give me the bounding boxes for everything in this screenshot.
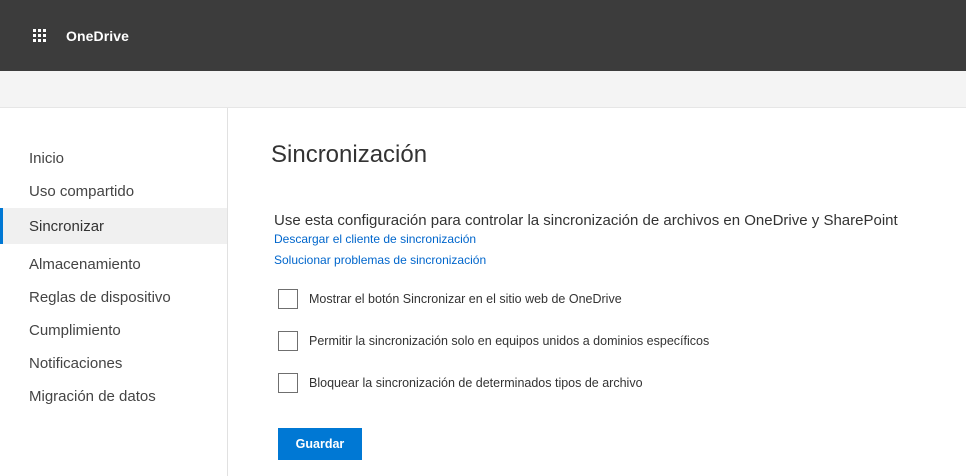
nav-item-uso-compartido[interactable]: Uso compartido <box>0 173 227 209</box>
nav-item-migracion-de-datos[interactable]: Migración de datos <box>0 378 227 414</box>
nav-item-sincronizar[interactable]: Sincronizar <box>0 208 227 244</box>
nav-item-almacenamiento[interactable]: Almacenamiento <box>0 246 227 282</box>
nav-item-notificaciones[interactable]: Notificaciones <box>0 345 227 381</box>
sync-description: Use esta configuración para controlar la… <box>274 212 898 229</box>
save-button[interactable]: Guardar <box>278 428 362 460</box>
option-block-file-types: Bloquear la sincronización de determinad… <box>278 372 643 394</box>
show-sync-button-checkbox[interactable] <box>278 289 298 309</box>
nav-item-inicio[interactable]: Inicio <box>0 140 227 176</box>
domain-joined-sync-checkbox[interactable] <box>278 331 298 351</box>
option-label: Bloquear la sincronización de determinad… <box>309 376 643 390</box>
brand-name[interactable]: OneDrive <box>66 28 129 44</box>
download-sync-client-link[interactable]: Descargar el cliente de sincronización <box>274 232 476 246</box>
main-content: Sincronización Use esta configuración pa… <box>228 108 966 476</box>
nav-item-cumplimiento[interactable]: Cumplimiento <box>0 312 227 348</box>
troubleshoot-sync-link[interactable]: Solucionar problemas de sincronización <box>274 253 486 267</box>
left-navigation: Inicio Uso compartido Sincronizar Almace… <box>0 108 228 476</box>
block-file-types-checkbox[interactable] <box>278 373 298 393</box>
command-bar <box>0 71 966 108</box>
option-domain-joined-sync: Permitir la sincronización solo en equip… <box>278 330 709 352</box>
nav-item-reglas-de-dispositivo[interactable]: Reglas de dispositivo <box>0 279 227 315</box>
page-title: Sincronización <box>271 141 428 168</box>
option-label: Mostrar el botón Sincronizar en el sitio… <box>309 292 622 306</box>
top-bar: OneDrive <box>0 0 966 71</box>
app-launcher-icon[interactable] <box>26 23 52 49</box>
option-label: Permitir la sincronización solo en equip… <box>309 334 710 348</box>
option-show-sync-button: Mostrar el botón Sincronizar en el sitio… <box>278 288 622 310</box>
